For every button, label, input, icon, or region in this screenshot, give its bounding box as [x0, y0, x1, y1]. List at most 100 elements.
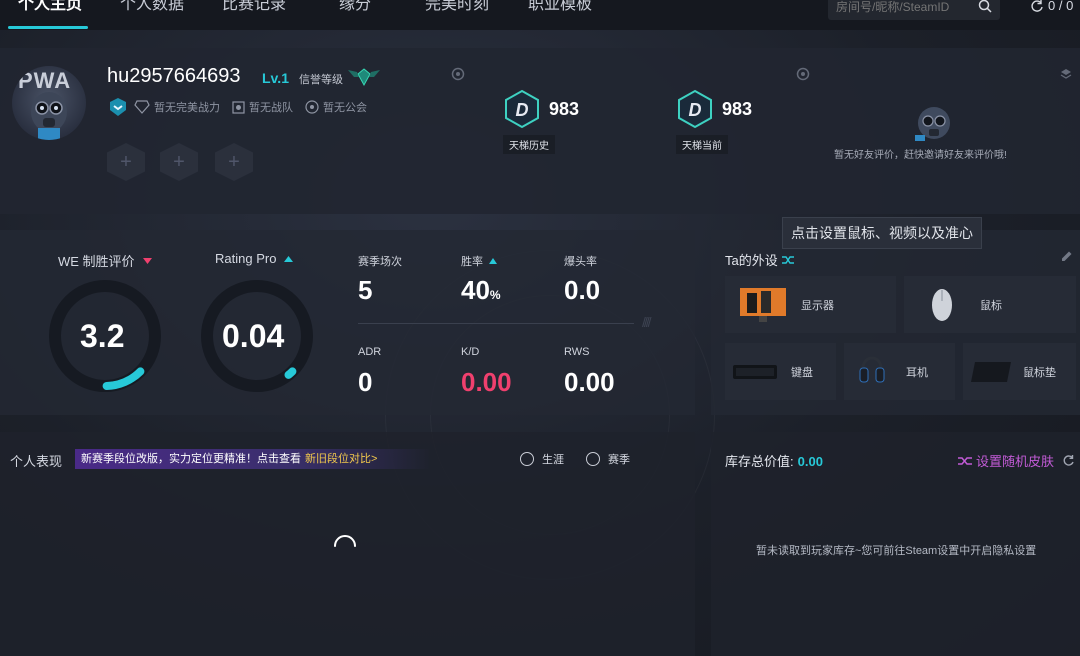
gear-mousepad-card[interactable]: 鼠标垫: [963, 343, 1076, 400]
rank-compare-link[interactable]: 新旧段位对比>: [305, 453, 377, 465]
guild-badge[interactable]: 暂无公会: [305, 99, 367, 115]
search-icon[interactable]: [978, 0, 992, 13]
career-radio[interactable]: [520, 452, 534, 466]
perfect-power-badge[interactable]: 暂无完美战力: [134, 99, 220, 115]
tab-personal-data[interactable]: 个人数据: [120, 0, 184, 23]
shield-rank-icon[interactable]: [108, 97, 128, 117]
win-rate-value: 40%: [461, 275, 501, 306]
search-input[interactable]: [836, 0, 968, 14]
settings-icon[interactable]: [451, 67, 465, 81]
user-level: Lv.1: [262, 70, 289, 86]
gear-headset-label: 耳机: [906, 366, 928, 379]
career-radio-label: 生涯: [542, 454, 564, 466]
headshot-rate-value: 0.0: [564, 275, 601, 305]
season-radio-label: 赛季: [608, 454, 630, 466]
win-rate-unit: %: [489, 288, 501, 302]
adr-label: ADR: [358, 346, 382, 358]
gear-keyboard-card[interactable]: 键盘: [725, 343, 836, 400]
gear-mouse-card[interactable]: 鼠标: [904, 276, 1076, 333]
headshot-rate-label: 爆头率: [564, 256, 597, 268]
inventory-total-value: 0.00: [797, 454, 823, 469]
refresh-icon[interactable]: [1062, 454, 1075, 467]
kd-value: 0.00: [461, 367, 512, 397]
inventory-total-label: 库存总价值:: [725, 454, 794, 469]
tab-pro-templates[interactable]: 职业模板: [528, 0, 592, 23]
inventory-empty-message: 暂未读取到玩家库存~您可前往Steam设置中开启隐私设置: [756, 545, 1037, 557]
random-skin-button[interactable]: 设置随机皮肤: [958, 451, 1075, 470]
friend-mascot-icon: [915, 107, 950, 141]
active-tab-indicator: [8, 26, 88, 29]
monitor-icon: [740, 287, 786, 322]
gear-mousepad-label: 鼠标垫: [1023, 366, 1056, 379]
gear-monitor-card[interactable]: 显示器: [725, 276, 896, 333]
edit-icon[interactable]: [1061, 250, 1073, 262]
ladder-history-score: 983: [549, 98, 580, 119]
rank-d-badge-icon: D: [678, 89, 712, 129]
ladder-history-block[interactable]: D 983 天梯历史: [503, 89, 579, 154]
team-icon: [232, 100, 245, 114]
headset-icon: [859, 356, 885, 382]
season-notice-banner[interactable]: 新赛季段位改版，实力定位更精准！点击查看 新旧段位对比>: [75, 449, 431, 469]
performance-title: 个人表现: [10, 454, 63, 469]
username: hu2957664693: [107, 65, 241, 87]
perfect-power-text: 暂无完美战力: [154, 102, 220, 114]
svg-text:D: D: [516, 100, 529, 120]
ladder-current-label: 天梯当前: [676, 135, 728, 154]
gear-monitor-label: 显示器: [801, 299, 834, 312]
season-radio[interactable]: [586, 452, 600, 466]
layers-icon[interactable]: [1060, 68, 1072, 80]
rating-pro-title[interactable]: Rating Pro: [215, 251, 294, 266]
ladder-history-label: 天梯历史: [503, 135, 555, 154]
rank-d-badge-icon: D: [505, 89, 539, 129]
we-rating-label: WE 制胜评价: [58, 254, 135, 269]
credit-wings-icon[interactable]: [346, 66, 382, 88]
triangle-up-icon: [284, 255, 294, 262]
keyboard-icon: [733, 364, 777, 379]
inventory-total: 库存总价值: 0.00: [725, 451, 823, 470]
stats-divider: [358, 323, 634, 324]
tab-perfect-moments[interactable]: 完美时刻: [425, 0, 489, 23]
win-rate-label: 胜率: [461, 256, 483, 268]
search-box: [828, 0, 1000, 20]
counter-value: 0 / 0: [1048, 0, 1074, 13]
random-skin-label: 设置随机皮肤: [976, 454, 1055, 469]
top-nav: 个人主页 个人数据 比赛记录 缘分 完美时刻 职业模板 0 / 0: [0, 0, 1080, 30]
gear-tooltip: 点击设置鼠标、视频以及准心: [782, 217, 982, 249]
badge-row: 暂无完美战力 暂无战队 暂无公会: [108, 97, 373, 117]
gear-title-text: Ta的外设: [725, 253, 778, 268]
mousepad-icon: [971, 361, 1011, 382]
ladder-current-score: 983: [722, 98, 753, 119]
guild-text: 暂无公会: [323, 102, 367, 114]
kd-label: K/D: [461, 346, 480, 358]
win-rate-title: 胜率: [461, 253, 497, 269]
rws-label: RWS: [564, 346, 590, 358]
gear-title: Ta的外设: [725, 250, 794, 269]
loading-spinner-icon: [334, 535, 356, 547]
ladder-current-block[interactable]: D 983 天梯当前: [676, 89, 752, 154]
avatar-mascot: [31, 92, 67, 140]
credit-level-label: 信誉等级: [299, 74, 343, 86]
settings-icon[interactable]: [796, 67, 810, 81]
shuffle-icon: [781, 255, 794, 264]
team-text: 暂无战队: [249, 102, 293, 114]
tab-home[interactable]: 个人主页: [18, 0, 82, 23]
tab-fate[interactable]: 缘分: [339, 0, 371, 23]
mouse-icon: [932, 288, 952, 321]
match-counter[interactable]: 0 / 0: [1030, 0, 1073, 13]
rating-pro-label: Rating Pro: [215, 251, 277, 266]
team-badge[interactable]: 暂无战队: [232, 99, 293, 115]
we-rating-title[interactable]: WE 制胜评价: [58, 251, 152, 270]
guild-icon: [305, 100, 319, 114]
season-matches-label: 赛季场次: [358, 256, 402, 268]
refresh-icon: [1031, 0, 1043, 12]
season-notice-text: 新赛季段位改版，实力定位更精准！点击查看: [81, 453, 301, 465]
rws-value: 0.00: [564, 367, 615, 397]
gear-headset-card[interactable]: 耳机: [844, 343, 955, 400]
win-rate-number: 40: [461, 275, 490, 305]
triangle-down-icon: [142, 257, 152, 264]
friend-evaluation-text: 暂无好友评价，赶快邀请好友来评价哦!: [834, 150, 1007, 161]
we-rating-gauge-fill: [102, 367, 145, 390]
tab-match-history[interactable]: 比赛记录: [222, 0, 286, 23]
diamond-icon: [134, 100, 150, 114]
avatar[interactable]: PWA: [12, 66, 86, 140]
